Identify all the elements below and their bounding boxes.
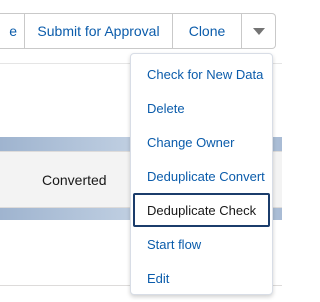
menu-item-start-flow[interactable]: Start flow: [133, 227, 270, 261]
menu-item-change-owner[interactable]: Change Owner: [133, 125, 270, 159]
menu-item-label: Edit: [147, 270, 170, 286]
menu-item-delete[interactable]: Delete: [133, 91, 270, 125]
chevron-down-icon: [252, 27, 265, 35]
record-page: e Submit for Approval Clone Converted Ch…: [0, 0, 282, 302]
menu-item-label: Change Owner: [147, 134, 235, 150]
clone-button[interactable]: Clone: [173, 13, 242, 49]
more-actions-menu: Check for New Data Delete Change Owner D…: [130, 53, 273, 295]
menu-item-label: Delete: [147, 100, 185, 116]
menu-item-check-for-new-data[interactable]: Check for New Data: [133, 57, 270, 91]
menu-item-edit[interactable]: Edit: [133, 261, 270, 295]
edit-button[interactable]: e: [0, 13, 25, 49]
edit-button-label: e: [9, 23, 17, 39]
menu-item-deduplicate-convert[interactable]: Deduplicate Convert: [133, 159, 270, 193]
submit-for-approval-button[interactable]: Submit for Approval: [25, 13, 173, 49]
menu-item-label: Start flow: [147, 236, 202, 252]
status-step-converted[interactable]: Converted: [42, 172, 107, 188]
menu-item-deduplicate-check[interactable]: Deduplicate Check: [133, 193, 270, 227]
menu-item-label: Deduplicate Check: [147, 202, 257, 218]
clone-label: Clone: [188, 23, 226, 39]
action-button-group: e Submit for Approval Clone: [0, 13, 276, 49]
more-actions-button[interactable]: [242, 13, 276, 49]
submit-for-approval-label: Submit for Approval: [37, 23, 160, 39]
menu-item-label: Deduplicate Convert: [147, 168, 265, 184]
menu-item-label: Check for New Data: [147, 66, 264, 82]
